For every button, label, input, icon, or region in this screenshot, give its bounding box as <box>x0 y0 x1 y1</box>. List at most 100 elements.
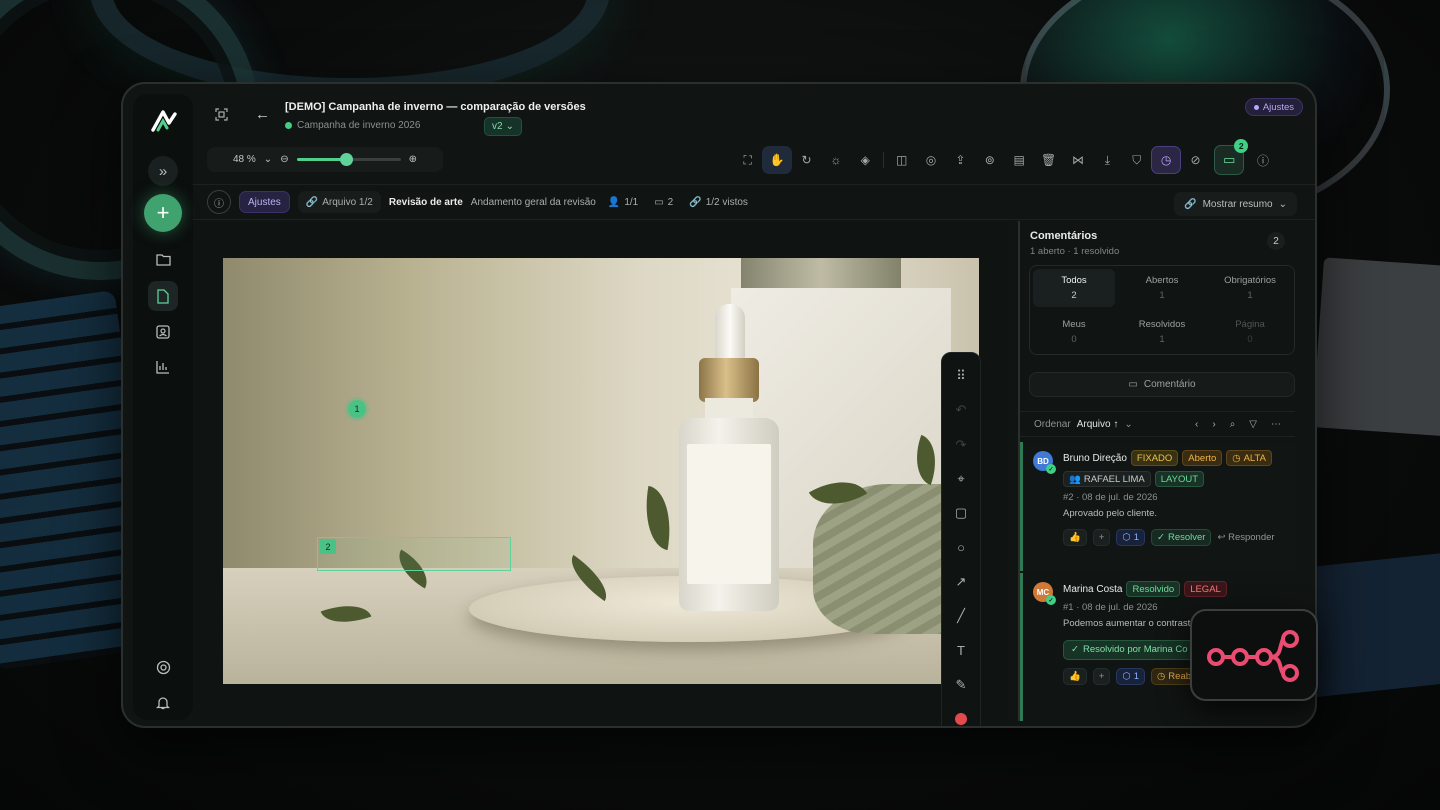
resolve-label: Resolver <box>1167 532 1206 543</box>
users-icon: 👤 <box>607 196 621 208</box>
reply-button[interactable]: ↩ Responder <box>1217 532 1274 543</box>
drag-handle-icon[interactable]: ⠿ <box>946 359 976 393</box>
status-dot <box>285 122 292 129</box>
show-summary-button[interactable]: 🔗 Mostrar resumo ⌄ <box>1174 192 1297 216</box>
filter-resolved[interactable]: Resolvidos 1 <box>1121 313 1203 351</box>
download-icon[interactable]: ⤓ <box>1093 146 1122 174</box>
filter-all[interactable]: Todos 2 <box>1033 269 1115 307</box>
chat-icon: ▭ <box>1128 379 1138 390</box>
contacts-icon[interactable] <box>148 317 178 347</box>
filter-open[interactable]: Abertos 1 <box>1121 269 1203 307</box>
file-chip[interactable]: 🔗 Arquivo 1/2 <box>297 191 381 213</box>
zoom-out-icon[interactable]: ⊖ <box>280 154 288 165</box>
sort-actions: ‹ › ⌕ ▽ ⋯ <box>1195 419 1281 430</box>
rotate-icon[interactable]: ↻ <box>792 146 821 174</box>
history-icon[interactable]: ◷ <box>1151 146 1181 174</box>
app-logo[interactable] <box>149 106 179 136</box>
add-reaction-icon[interactable]: + <box>1092 667 1111 685</box>
product-image[interactable] <box>223 258 979 684</box>
redo-icon[interactable]: ↷ <box>946 428 976 462</box>
comments-chip[interactable]: ▭ 2 <box>650 191 677 213</box>
zoom-slider-handle[interactable] <box>340 153 354 166</box>
arrow-tool-icon[interactable]: ↗ <box>946 565 976 599</box>
info-icon[interactable]: ⓘ <box>207 190 231 214</box>
chevron-down-icon: ⌄ <box>505 121 514 132</box>
zoom-slider-fill <box>296 158 347 161</box>
info-icon[interactable]: ⓘ <box>1248 146 1277 174</box>
reviewers-chip[interactable]: 👤 1/1 <box>604 191 642 213</box>
target-icon[interactable]: ⊚ <box>975 146 1004 174</box>
comment-text: Aprovado pelo cliente. <box>1063 508 1158 519</box>
sort-select[interactable]: Arquivo ↑ <box>1077 419 1119 430</box>
sort-label: Ordenar <box>1034 418 1071 430</box>
upload-icon[interactable]: ⇪ <box>946 146 975 174</box>
document-icon[interactable] <box>148 281 178 311</box>
folder-icon[interactable] <box>148 244 178 274</box>
line-tool-icon[interactable]: ╱ <box>946 599 976 633</box>
filter-required[interactable]: Obrigatórios 1 <box>1209 269 1291 307</box>
filter-page[interactable]: Página 0 <box>1209 313 1291 351</box>
bell-icon[interactable] <box>148 687 178 717</box>
panel-title: Comentários <box>1030 230 1098 242</box>
fit-screen-icon[interactable]: ⛶ <box>733 146 762 174</box>
like-icon[interactable]: 👍 <box>1063 529 1087 546</box>
prev-icon[interactable]: ‹ <box>1195 419 1198 430</box>
chat-icon: ▭ <box>1223 152 1236 167</box>
focus-icon[interactable] <box>215 108 228 124</box>
filter-icon[interactable]: ▽ <box>1249 419 1257 430</box>
back-arrow-icon[interactable]: ← <box>255 106 270 123</box>
resolve-button[interactable]: ✓ Resolver <box>1151 529 1212 546</box>
panel-subtitle: 1 aberto · 1 resolvido <box>1030 246 1120 257</box>
check-circle-icon: ✓ <box>1071 644 1079 655</box>
file-image-icon[interactable]: ▤ <box>1005 146 1034 174</box>
seen-chip[interactable]: 🔗 1/2 vistos <box>685 191 752 213</box>
canvas-area[interactable]: 1 2 ⠿ ↶ ↷ ⌖ ▢ ○ ↗ ╱ T ✎ ⓘ <box>193 221 1008 726</box>
navigation-icon[interactable]: ⊘ <box>1181 146 1210 174</box>
zoom-in-icon[interactable]: ⊕ <box>409 154 417 165</box>
chevron-down-icon[interactable]: ⌄ <box>1124 419 1132 430</box>
like-icon[interactable]: 👍 <box>1063 667 1087 685</box>
trash-icon[interactable]: 🗑 <box>1034 146 1063 174</box>
tag-count-button[interactable]: ⬡ 1 <box>1116 667 1145 685</box>
reports-icon[interactable] <box>148 352 178 382</box>
brightness-icon[interactable]: ☼ <box>821 146 850 174</box>
annotation-rectangle[interactable]: 2 <box>317 537 511 571</box>
comments-toggle-button[interactable]: ▭ 2 <box>1214 139 1249 175</box>
comment-card[interactable]: BD ✓ Bruno Direção FIXADO Aberto ◷ ALTA 👥… <box>1020 442 1297 571</box>
text-tool-icon[interactable]: T <box>946 634 976 668</box>
add-button[interactable]: + <box>144 194 182 232</box>
review-bar: ⓘ Ajustes 🔗 Arquivo 1/2 Revisão de arte … <box>193 184 1315 220</box>
help-icon[interactable] <box>148 652 178 682</box>
rectangle-tool-icon[interactable]: ▢ <box>946 496 976 530</box>
filter-mine[interactable]: Meus 0 <box>1033 313 1115 351</box>
image-jar <box>741 258 901 288</box>
chat-icon: ▭ <box>654 196 664 208</box>
version-select[interactable]: v2 ⌄ <box>484 117 522 136</box>
undo-icon[interactable]: ↶ <box>946 393 976 427</box>
annotation-pin[interactable]: 1 <box>348 400 366 418</box>
circle-tool-icon[interactable]: ○ <box>946 531 976 565</box>
pen-tool-icon[interactable]: ✎ <box>946 668 976 702</box>
hand-tool-icon[interactable]: ✋ <box>762 146 792 174</box>
share-icon[interactable]: ⋈ <box>1063 146 1092 174</box>
next-icon[interactable]: › <box>1212 419 1215 430</box>
pin-tool-icon[interactable]: ⌖ <box>946 462 976 496</box>
filter-label: Página <box>1235 319 1265 330</box>
page-title: [DEMO] Campanha de inverno — comparação … <box>285 101 586 113</box>
add-comment-button[interactable]: ▭ Comentário <box>1029 372 1295 397</box>
status-chip[interactable]: Ajustes <box>239 191 290 213</box>
chat-count-badge: 2 <box>1234 139 1249 153</box>
more-icon[interactable]: ⋯ <box>1271 419 1281 430</box>
compass-icon[interactable]: ◎ <box>916 146 945 174</box>
chevron-down-icon[interactable]: ⌄ <box>264 154 272 165</box>
layers-icon[interactable]: ◈ <box>851 146 880 174</box>
search-icon[interactable]: ⌕ <box>1230 419 1236 430</box>
color-picker-icon[interactable] <box>946 702 976 726</box>
zoom-value[interactable]: 48 % <box>233 154 256 165</box>
tag-count-button[interactable]: ⬡ 1 <box>1116 529 1145 546</box>
shield-icon[interactable]: ⛉ <box>1122 146 1151 174</box>
expand-sidebar-icon[interactable]: » <box>148 156 178 186</box>
split-view-icon[interactable]: ◫ <box>887 146 916 174</box>
zoom-slider[interactable] <box>296 153 401 166</box>
add-reaction-icon[interactable]: + <box>1092 529 1111 546</box>
